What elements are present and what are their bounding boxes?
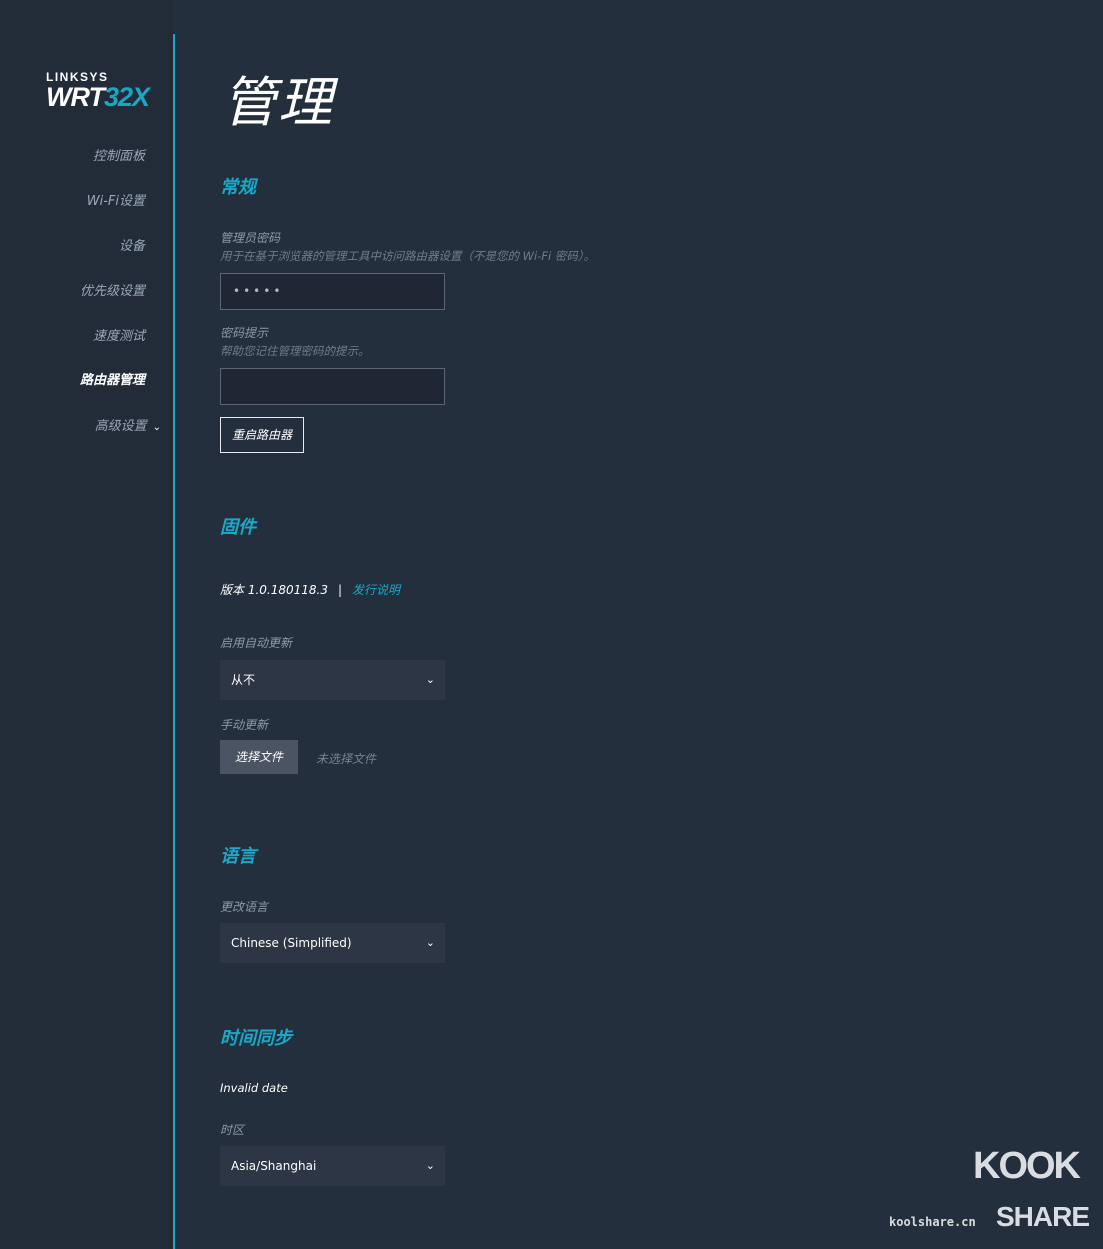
section-firmware-title: 固件 <box>220 517 256 538</box>
auto-update-label: 启用自动更新 <box>220 636 293 650</box>
choose-file-button[interactable]: 选择文件 <box>220 740 298 774</box>
sidebar-item-wifi-settings[interactable]: Wi-Fi设置 <box>87 190 145 209</box>
watermark-site: koolshare.cn <box>889 1215 976 1229</box>
logo-model: WRT32X <box>46 82 150 113</box>
auto-update-select[interactable]: 从不 ⌄ <box>220 660 445 700</box>
sidebar-item-devices[interactable]: 设备 <box>119 235 145 254</box>
sidebar-item-dashboard[interactable]: 控制面板 <box>93 145 145 164</box>
chevron-down-icon: ⌄ <box>425 936 435 949</box>
section-general-title: 常规 <box>220 177 256 198</box>
sidebar-divider <box>173 34 175 1249</box>
reboot-router-button[interactable]: 重启路由器 <box>220 417 305 453</box>
watermark-kook: KOOK <box>973 1145 1081 1187</box>
timezone-value: Asia/Shanghai <box>231 1159 317 1173</box>
koolshare-watermark: KOOK koolshare.cn SHARE <box>889 1145 1090 1235</box>
sidebar-item-speed-test[interactable]: 速度测试 <box>93 325 145 344</box>
main-content: 管理 常规 管理员密码 用于在基于浏览器的管理工具中访问路由器设置（不是您的 W… <box>220 0 1080 1249</box>
auto-update-value: 从不 <box>231 673 256 687</box>
logo-model-accent: 32X <box>104 82 150 112</box>
timezone-select[interactable]: Asia/Shanghai ⌄ <box>220 1146 445 1186</box>
language-value: Chinese (Simplified) <box>231 936 352 950</box>
sidebar: LINKSYS WRT32X 控制面板 Wi-Fi设置 设备 优先级设置 速度测… <box>0 0 175 1249</box>
chevron-down-icon: ⌄ <box>425 673 435 686</box>
section-language-title: 语言 <box>220 846 256 867</box>
language-select[interactable]: Chinese (Simplified) ⌄ <box>220 923 445 963</box>
section-time-sync-title: 时间同步 <box>220 1028 292 1049</box>
version-separator: | <box>337 583 343 597</box>
sidebar-item-advanced[interactable]: 高级设置 ⌄ <box>95 415 161 434</box>
password-hint-hint: 帮助您记住管理密码的提示。 <box>220 344 370 358</box>
release-notes-link[interactable]: 发行说明 <box>352 583 400 597</box>
password-hint-input[interactable] <box>220 368 445 405</box>
firmware-version-row: 版本 1.0.180118.3 | 发行说明 <box>220 581 400 598</box>
current-date: Invalid date <box>220 1081 288 1095</box>
firmware-version: 版本 1.0.180118.3 <box>220 583 328 597</box>
change-language-label: 更改语言 <box>220 900 269 914</box>
admin-password-label: 管理员密码 <box>220 231 281 245</box>
sidebar-item-advanced-label: 高级设置 <box>94 419 147 434</box>
chevron-down-icon: ⌄ <box>152 422 161 433</box>
watermark-share: SHARE <box>995 1201 1090 1232</box>
password-hint-label: 密码提示 <box>220 326 269 340</box>
page-title: 管理 <box>222 71 334 134</box>
linksys-logo: LINKSYS WRT32X <box>46 70 150 113</box>
chevron-down-icon: ⌄ <box>425 1159 435 1172</box>
no-file-chosen: 未选择文件 <box>316 752 377 766</box>
manual-update-label: 手动更新 <box>220 718 269 732</box>
timezone-label: 时区 <box>220 1123 245 1137</box>
sidebar-item-router-admin[interactable]: 路由器管理 <box>80 369 145 388</box>
admin-password-input[interactable]: ••••• <box>220 273 445 310</box>
logo-model-main: WRT <box>46 82 105 112</box>
sidebar-item-priority[interactable]: 优先级设置 <box>80 280 145 299</box>
admin-password-hint: 用于在基于浏览器的管理工具中访问路由器设置（不是您的 Wi-Fi 密码）。 <box>220 249 596 263</box>
